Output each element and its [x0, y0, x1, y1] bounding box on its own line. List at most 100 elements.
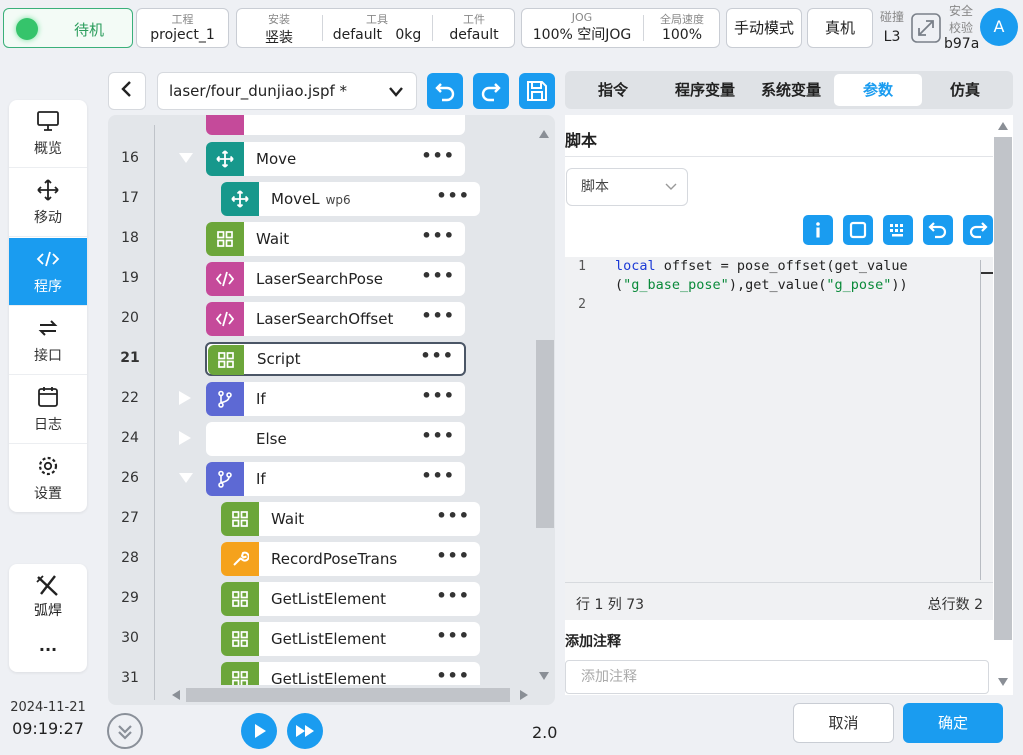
redo-icon	[969, 222, 988, 239]
node-menu-button[interactable]: •••	[421, 226, 455, 245]
real-machine-button[interactable]: 真机	[807, 8, 873, 48]
scroll-down-icon[interactable]	[537, 670, 551, 682]
editor-scrollbar[interactable]	[980, 260, 993, 580]
play-button[interactable]	[241, 713, 277, 749]
tree-node-movel[interactable]: MoveL wp6 •••	[221, 182, 480, 216]
nav-label: 设置	[34, 486, 62, 502]
plugin-nav: 弧焊 ···	[9, 564, 87, 672]
undo-button[interactable]	[427, 73, 463, 109]
expand-toggle[interactable]	[179, 431, 191, 445]
nav-item-arc-weld[interactable]: 弧焊	[9, 564, 87, 630]
tree-node-get-list-element[interactable]: GetListElement •••	[221, 622, 480, 656]
manual-mode-button[interactable]: 手动模式	[726, 8, 802, 48]
scroll-left-icon[interactable]	[170, 688, 182, 702]
redo-button[interactable]	[473, 73, 509, 109]
editor-redo-button[interactable]	[963, 215, 993, 245]
keypad-icon	[890, 224, 903, 237]
nav-item-settings[interactable]: 设置	[9, 445, 87, 512]
tree-node-script-selected[interactable]: Script •••	[205, 342, 466, 376]
editor-undo-button[interactable]	[923, 215, 953, 245]
tab-program-variables[interactable]: 程序变量	[661, 74, 749, 106]
tree-node-laser-search-offset[interactable]: LaserSearchOffset •••	[206, 302, 465, 336]
row-number: 30	[121, 630, 139, 646]
scroll-up-icon[interactable]	[996, 120, 1010, 132]
expand-toggle[interactable]	[179, 391, 191, 405]
tree-node-wait[interactable]: Wait •••	[206, 222, 465, 256]
scroll-up-icon[interactable]	[537, 128, 551, 140]
node-menu-button[interactable]: •••	[436, 546, 470, 565]
program-file-select[interactable]: laser/four_dunjiao.jspf *	[157, 72, 417, 110]
tree-node-record-pose-trans[interactable]: RecordPoseTrans •••	[221, 542, 480, 576]
safety-check[interactable]: 安全 校验 b97a	[944, 2, 979, 52]
expand-editor-button[interactable]	[843, 215, 873, 245]
nav-label: 弧焊	[34, 603, 62, 619]
nav-item-log[interactable]: 日志	[9, 376, 87, 444]
collision-level[interactable]: 碰撞 L3	[878, 8, 906, 45]
horizontal-scroll-thumb[interactable]	[186, 688, 510, 702]
node-menu-button[interactable]: •••	[436, 186, 470, 205]
node-menu-button[interactable]: •••	[421, 426, 455, 445]
collapse-toggle[interactable]	[179, 473, 193, 483]
fast-forward-button[interactable]	[287, 713, 323, 749]
keyboard-button[interactable]	[883, 215, 913, 245]
code-line-1-wrap[interactable]: ("g_base_pose"),get_value("g_pose"))	[615, 277, 908, 293]
node-menu-button[interactable]: •••	[436, 666, 470, 685]
fast-forward-icon	[296, 725, 314, 737]
calendar-icon	[38, 387, 58, 407]
node-menu-button[interactable]: •••	[421, 466, 455, 485]
node-menu-button[interactable]: •••	[436, 586, 470, 605]
row-number: 31	[121, 670, 139, 686]
grid-icon	[217, 231, 233, 247]
node-menu-button[interactable]: •••	[436, 506, 470, 525]
scroll-down-icon[interactable]	[996, 676, 1010, 688]
robot-status-indicator[interactable]: 待机	[3, 8, 133, 48]
tree-node-move[interactable]: Move •••	[206, 142, 465, 176]
tree-node-wait[interactable]: Wait •••	[221, 502, 480, 536]
tree-node-if[interactable]: If •••	[206, 382, 465, 416]
confirm-button[interactable]: 确定	[903, 703, 1003, 743]
row-number: 22	[121, 390, 139, 406]
node-menu-button[interactable]: •••	[421, 266, 455, 285]
tab-instructions[interactable]: 指令	[569, 74, 657, 106]
more-button[interactable]: ···	[9, 640, 87, 659]
tab-simulation[interactable]: 仿真	[921, 74, 1009, 106]
back-button[interactable]	[108, 72, 146, 110]
code-line-1[interactable]: local offset = pose_offset(get_value	[615, 258, 908, 274]
panel-scroll-thumb[interactable]	[994, 137, 1012, 640]
info-button[interactable]	[803, 215, 833, 245]
monitor-icon	[37, 111, 59, 131]
jog-speed-info[interactable]: JOG 100% 空间JOG 全局速度 100%	[521, 8, 720, 48]
note-input[interactable]: 添加注释	[565, 660, 989, 694]
node-menu-button[interactable]: •••	[421, 146, 455, 165]
vertical-scroll-thumb[interactable]	[536, 340, 554, 528]
tree-node-get-list-element[interactable]: GetListElement •••	[221, 582, 480, 616]
gear-icon	[38, 456, 58, 476]
nav-item-move[interactable]: 移动	[9, 169, 87, 237]
step-control-button[interactable]	[107, 713, 143, 749]
nav-item-interface[interactable]: 接口	[9, 307, 87, 375]
node-menu-button[interactable]: •••	[421, 306, 455, 325]
node-menu-button[interactable]: •••	[420, 346, 454, 365]
script-editor[interactable]	[565, 257, 993, 582]
tab-parameters[interactable]: 参数	[834, 74, 922, 106]
fullscreen-icon[interactable]	[911, 13, 941, 43]
tab-system-variables[interactable]: 系统变量	[747, 74, 835, 106]
nav-item-program[interactable]: 程序	[9, 238, 87, 306]
row-number: 21	[120, 350, 140, 366]
install-tool-workpiece-info[interactable]: 安装 竖装 工具 default 0kg 工件 default	[236, 8, 515, 48]
tree-node-else[interactable]: Else •••	[206, 422, 465, 456]
node-menu-button[interactable]: •••	[436, 626, 470, 645]
node-menu-button[interactable]: •••	[421, 386, 455, 405]
tree-node-if[interactable]: If •••	[206, 462, 465, 496]
project-info[interactable]: 工程 project_1	[136, 8, 229, 48]
cancel-button[interactable]: 取消	[793, 703, 894, 743]
undo-icon	[435, 83, 455, 102]
user-avatar[interactable]: A	[980, 8, 1018, 46]
nav-item-overview[interactable]: 概览	[9, 100, 87, 168]
tree-node-laser-search-pose[interactable]: LaserSearchPose •••	[206, 262, 465, 296]
scroll-right-icon[interactable]	[518, 688, 530, 702]
tree-node-partial[interactable]	[206, 115, 465, 135]
collapse-toggle[interactable]	[179, 153, 193, 163]
save-button[interactable]	[519, 73, 555, 109]
script-type-select[interactable]: 脚本	[566, 168, 688, 206]
